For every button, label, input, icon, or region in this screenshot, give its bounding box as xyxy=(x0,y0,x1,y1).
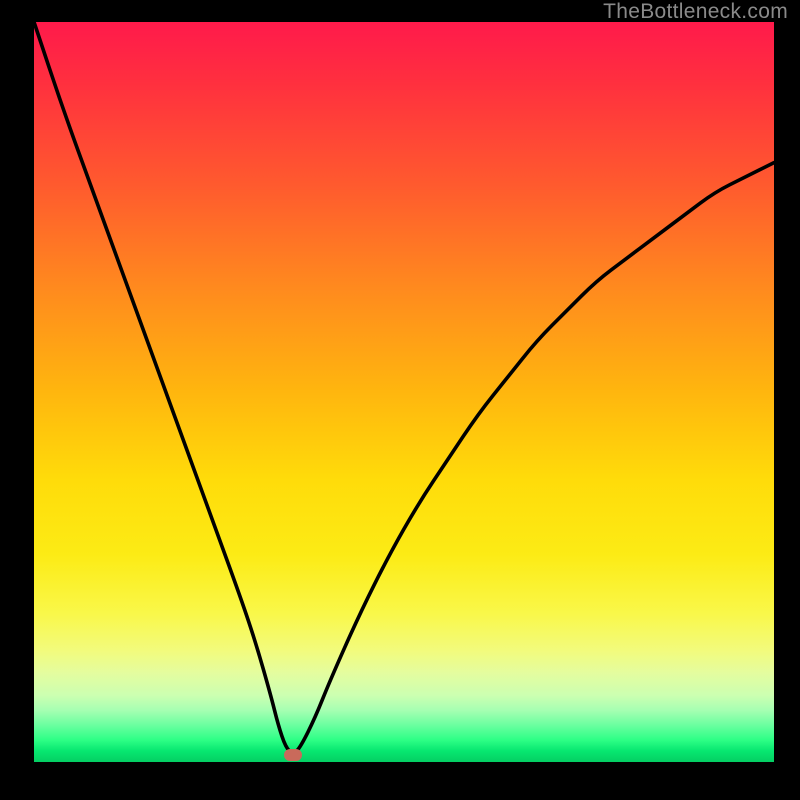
bottleneck-marker xyxy=(284,749,302,761)
watermark-label: TheBottleneck.com xyxy=(603,0,788,24)
chart-frame: TheBottleneck.com xyxy=(0,0,800,800)
plot-area xyxy=(34,22,774,762)
bottleneck-curve xyxy=(34,22,774,762)
